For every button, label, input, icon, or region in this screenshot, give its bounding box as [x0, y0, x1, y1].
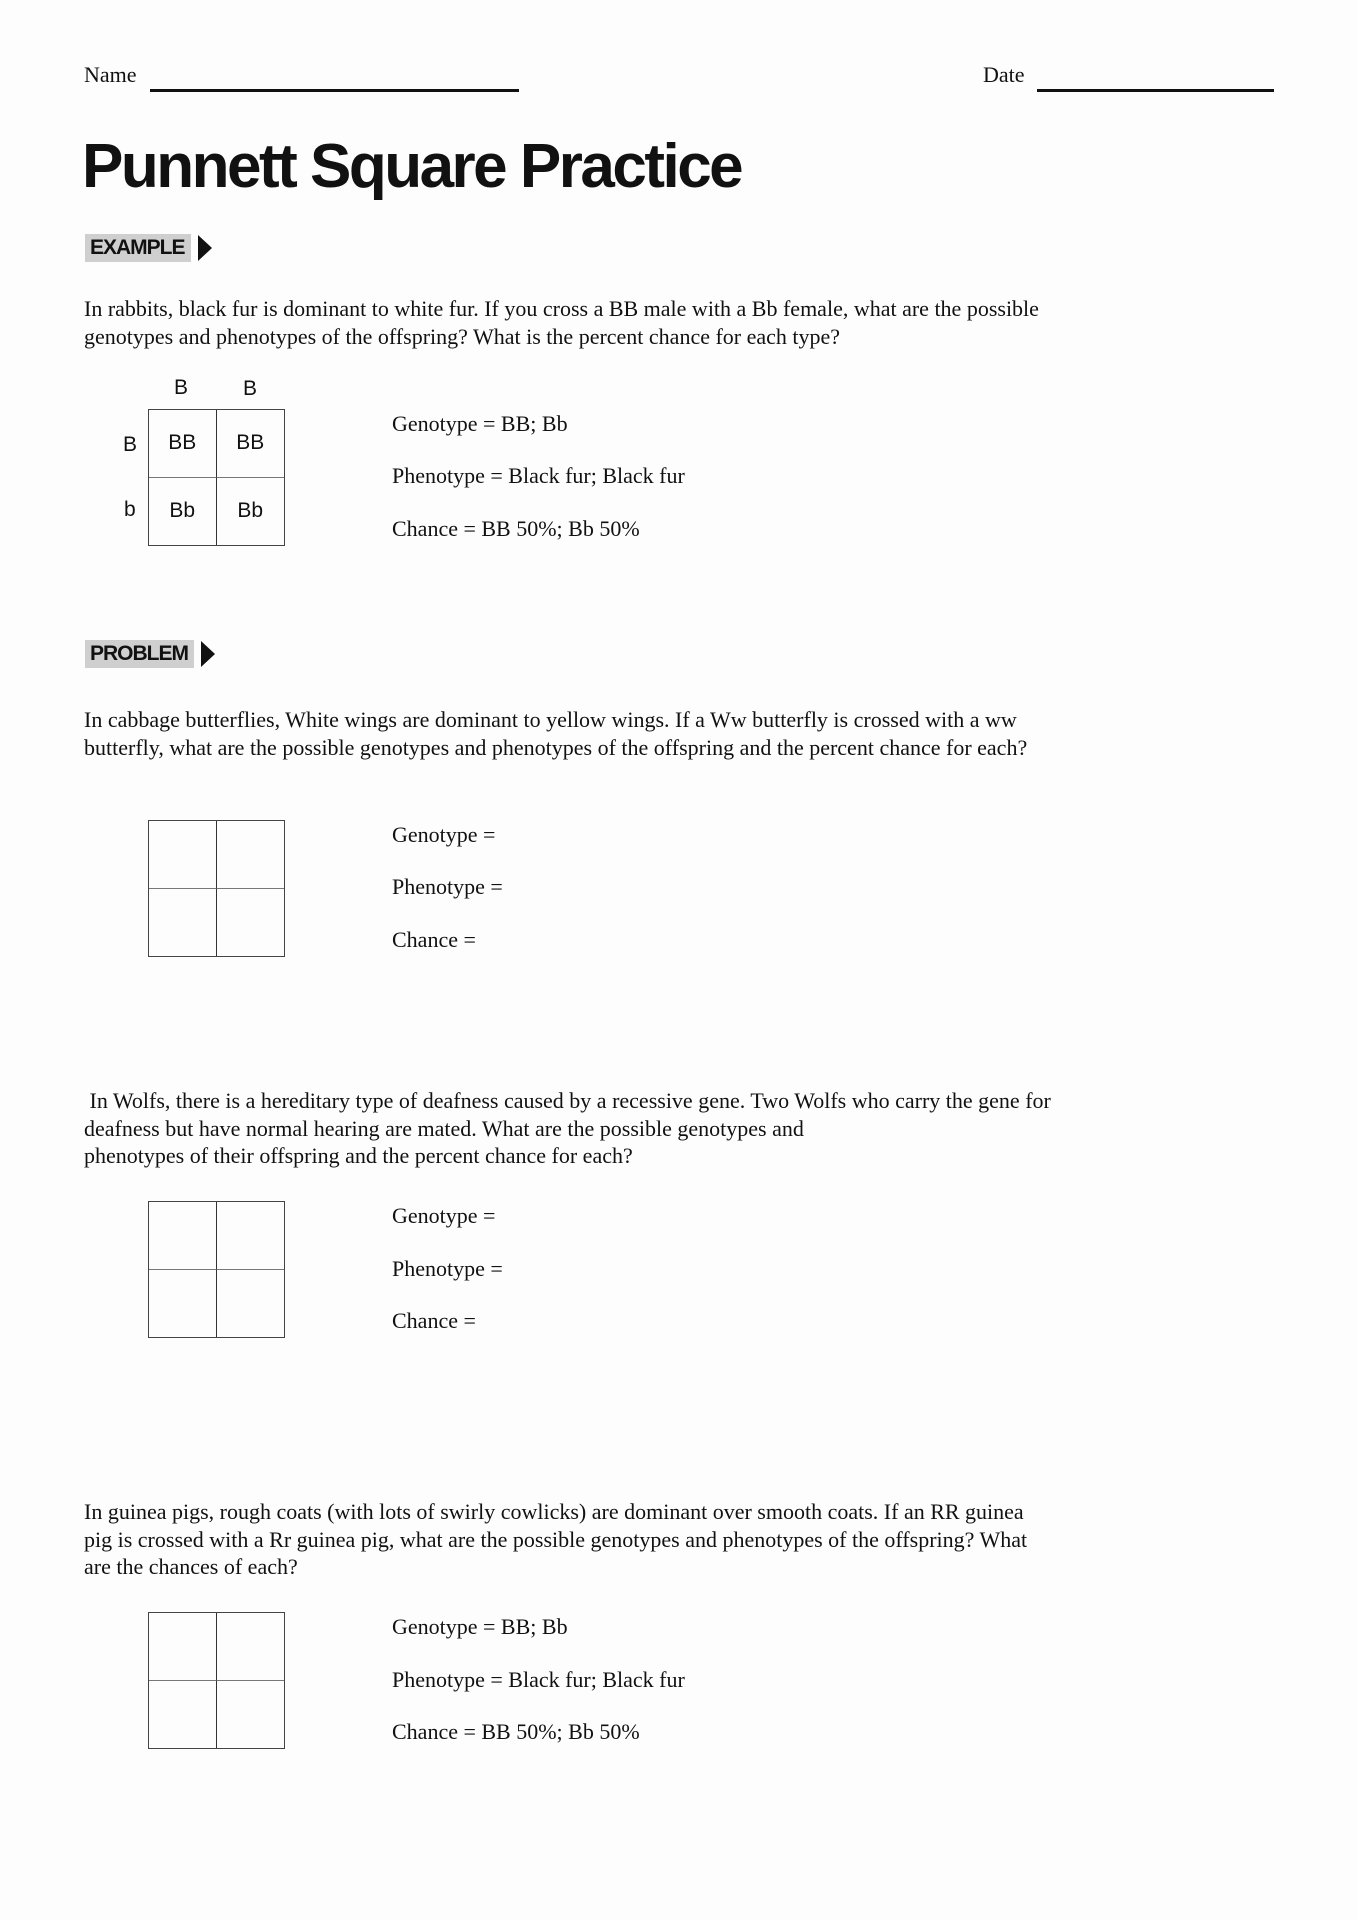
problem-badge-label: PROBLEM — [85, 640, 194, 668]
punnett-cell: BB — [149, 410, 217, 478]
punnett-cell[interactable] — [149, 1680, 217, 1748]
play-arrow-icon — [201, 641, 215, 667]
question-line: butterfly, what are the possible genotyp… — [84, 734, 1028, 760]
example-genotype: Genotype = BB; Bb — [392, 411, 568, 436]
example-phenotype: Phenotype = Black fur; Black fur — [392, 463, 685, 488]
punnett-cell: Bb — [149, 477, 217, 545]
side-allele: B — [123, 433, 138, 456]
punnett-cell[interactable] — [217, 1270, 285, 1338]
punnett-cell[interactable] — [216, 821, 284, 889]
example-chance: Chance = BB 50%; Bb 50% — [392, 516, 640, 541]
side-allele: b — [124, 498, 136, 521]
example-badge: EXAMPLE — [85, 234, 212, 262]
problem-3-question: In guinea pigs, rough coats (with lots o… — [84, 1498, 1204, 1581]
question-line: are the chances of each? — [84, 1554, 298, 1579]
question-line: genotypes and phenotypes of the offsprin… — [84, 323, 841, 349]
question-line: pig is crossed with a Rr guinea pig, wha… — [84, 1526, 1028, 1552]
example-punnett-square: BB BB Bb Bb — [148, 409, 285, 546]
punnett-cell[interactable] — [149, 821, 217, 889]
question-line: deafness but have normal hearing are mat… — [84, 1115, 804, 1141]
problem-3-chance: Chance = BB 50%; Bb 50% — [392, 1719, 640, 1744]
punnett-cell[interactable] — [149, 1613, 217, 1681]
punnett-cell[interactable] — [149, 1269, 217, 1337]
question-line: phenotypes of their offspring and the pe… — [84, 1143, 633, 1168]
punnett-cell[interactable] — [217, 889, 285, 957]
top-allele: B — [174, 376, 189, 399]
page-title: Punnett Square Practice — [82, 132, 744, 201]
top-allele: B — [243, 377, 258, 400]
problem-badge: PROBLEM — [85, 640, 215, 668]
problem-1-phenotype: Phenotype = — [392, 874, 503, 899]
problem-2-chance: Chance = — [392, 1308, 476, 1333]
name-label: Name — [84, 62, 137, 87]
date-input-line[interactable] — [1037, 89, 1274, 92]
problem-3-genotype: Genotype = BB; Bb — [392, 1614, 568, 1639]
name-input-line[interactable] — [150, 89, 519, 92]
punnett-cell: Bb — [237, 499, 264, 523]
problem-2-phenotype: Phenotype = — [392, 1256, 503, 1281]
punnett-cell[interactable] — [149, 1202, 217, 1270]
problem-2-punnett-square — [148, 1201, 285, 1338]
problem-1-genotype: Genotype = — [392, 822, 496, 847]
punnett-cell[interactable] — [149, 888, 217, 956]
punnett-cell[interactable] — [216, 1202, 284, 1270]
date-label: Date — [983, 62, 1025, 87]
example-badge-label: EXAMPLE — [85, 234, 191, 262]
problem-1-question: In cabbage butterflies, White wings are … — [84, 706, 1204, 761]
problem-3-punnett-square — [148, 1612, 285, 1749]
question-line: In guinea pigs, rough coats (with lots o… — [84, 1499, 1024, 1524]
problem-1-punnett-square — [148, 820, 285, 957]
question-line: In Wolfs, there is a hereditary type of … — [84, 1088, 1051, 1113]
play-arrow-icon — [197, 235, 212, 261]
problem-2-genotype: Genotype = — [392, 1203, 496, 1228]
punnett-cell[interactable] — [216, 1613, 284, 1681]
question-line: In cabbage butterflies, White wings are … — [84, 707, 1017, 732]
punnett-cell: BB — [216, 410, 284, 478]
question-line: In rabbits, black fur is dominant to whi… — [84, 296, 1039, 321]
example-question: In rabbits, black fur is dominant to whi… — [84, 295, 1204, 350]
problem-1-chance: Chance = — [392, 927, 476, 952]
punnett-cell[interactable] — [217, 1681, 285, 1749]
problem-2-question: In Wolfs, there is a hereditary type of … — [84, 1087, 1204, 1170]
problem-3-phenotype: Phenotype = Black fur; Black fur — [392, 1667, 685, 1692]
